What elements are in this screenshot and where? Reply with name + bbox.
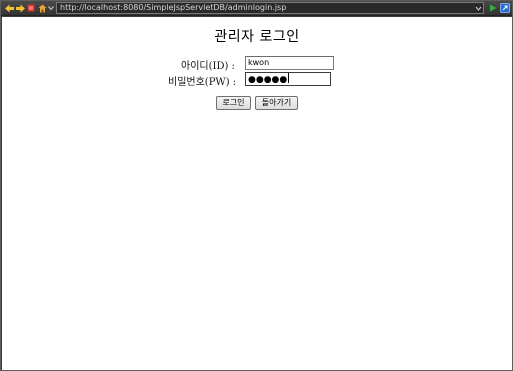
url-dropdown-icon[interactable] xyxy=(473,3,483,13)
page-content: 관리자 로그인 아이디(ID) : kwon 비밀번호(PW) : ●●●●● … xyxy=(2,17,512,370)
external-browser-icon[interactable] xyxy=(500,3,510,13)
url-input[interactable]: http://localhost:8080/SimpleJspServletDB… xyxy=(56,2,484,14)
back-icon[interactable] xyxy=(4,3,14,13)
page-title: 관리자 로그인 xyxy=(214,29,300,45)
browser-window: http://localhost:8080/SimpleJspServletDB… xyxy=(0,0,513,371)
browser-toolbar: http://localhost:8080/SimpleJspServletDB… xyxy=(1,1,512,16)
back-button[interactable]: 돌아가기 xyxy=(255,96,298,110)
login-button[interactable]: 로그인 xyxy=(216,96,251,110)
stop-icon[interactable] xyxy=(26,3,36,13)
go-icon[interactable] xyxy=(488,3,498,13)
id-field-value: kwon xyxy=(248,58,270,67)
password-field[interactable]: ●●●●● xyxy=(245,72,331,86)
pw-label: 비밀번호(PW) : xyxy=(168,77,237,88)
text-caret xyxy=(288,73,290,83)
password-field-value: ●●●●● xyxy=(248,75,288,85)
id-label: 아이디(ID) : xyxy=(181,61,235,72)
id-field[interactable]: kwon xyxy=(245,56,334,70)
forward-icon[interactable] xyxy=(15,3,25,13)
menu-chevron-icon[interactable] xyxy=(46,3,56,13)
